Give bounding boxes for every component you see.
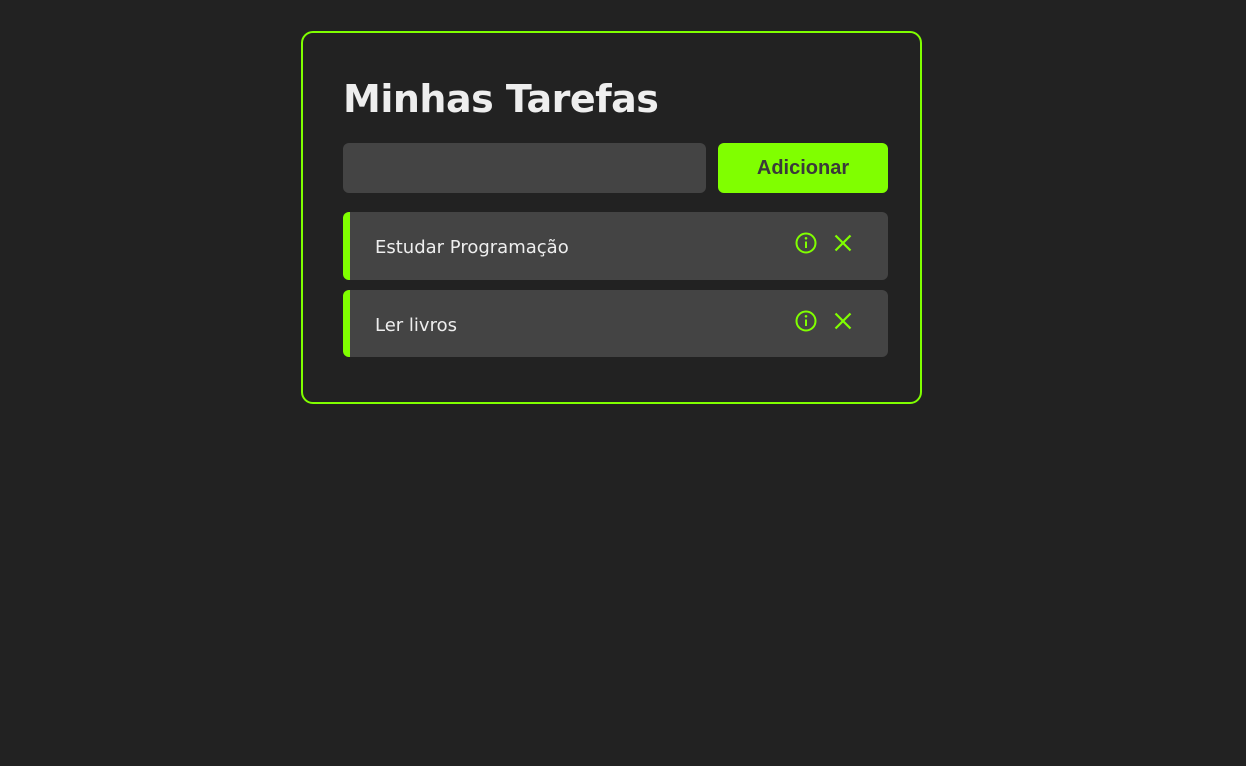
task-item: Estudar Programação bbox=[343, 212, 888, 280]
task-label: Estudar Programação bbox=[375, 237, 569, 258]
task-actions bbox=[795, 232, 854, 254]
info-icon[interactable] bbox=[795, 310, 817, 332]
task-actions bbox=[795, 310, 854, 332]
page-title: Minhas Tarefas bbox=[343, 77, 659, 121]
info-icon[interactable] bbox=[795, 232, 817, 254]
task-list: Estudar Programação Ler livros bbox=[343, 212, 888, 367]
close-icon[interactable] bbox=[832, 310, 854, 332]
task-input[interactable] bbox=[343, 143, 706, 193]
close-icon[interactable] bbox=[832, 232, 854, 254]
add-task-button[interactable]: Adicionar bbox=[718, 143, 888, 193]
task-item: Ler livros bbox=[343, 290, 888, 357]
tasks-card: Minhas Tarefas Adicionar Estudar Program… bbox=[301, 31, 922, 404]
task-label: Ler livros bbox=[375, 315, 457, 336]
